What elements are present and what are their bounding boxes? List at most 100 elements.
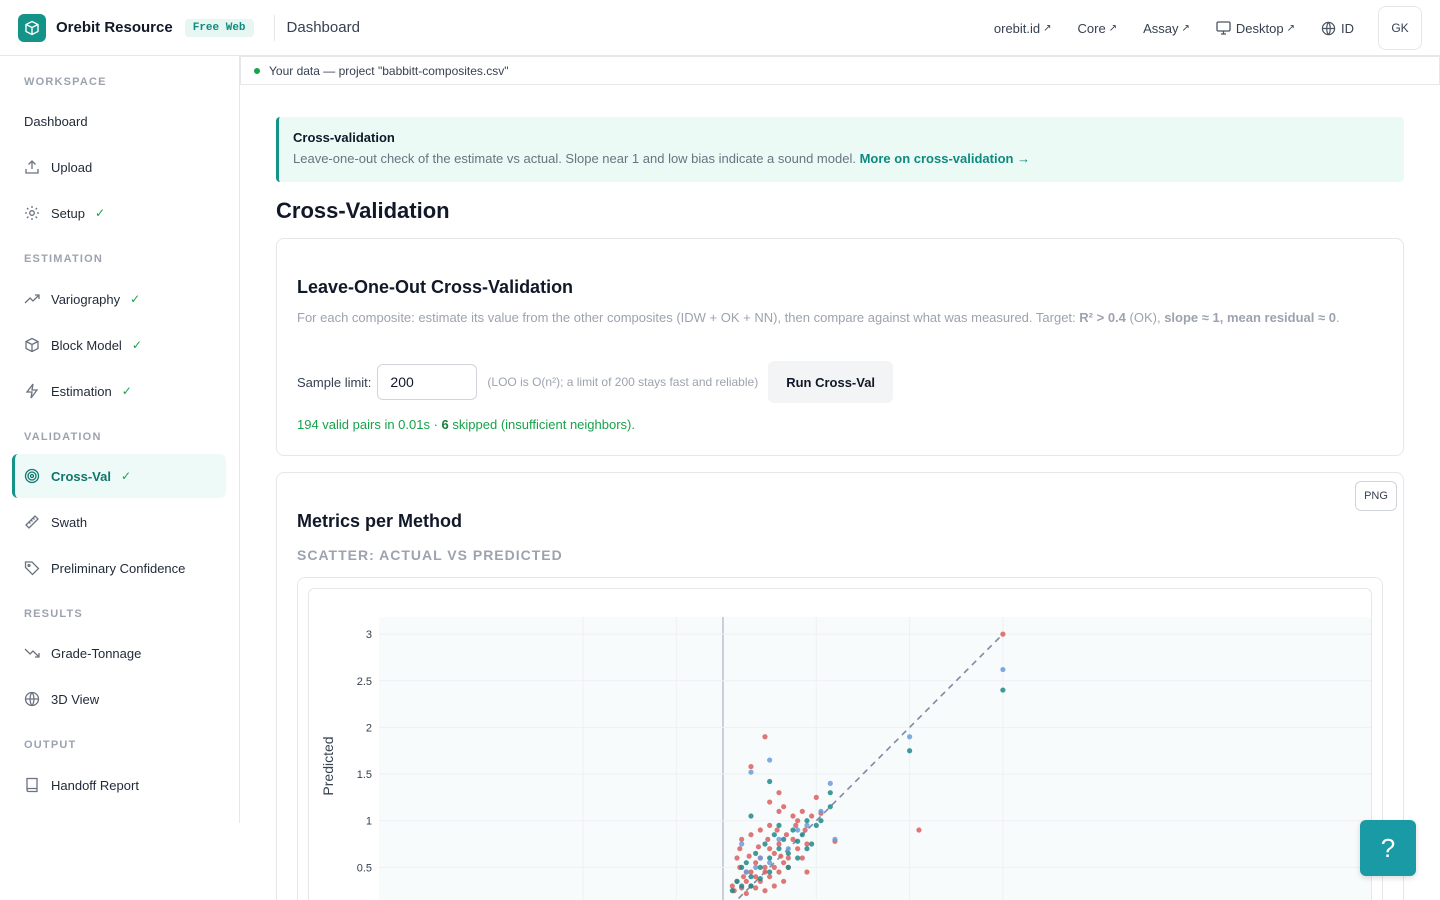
scatter-point: [785, 864, 791, 870]
link-orebit[interactable]: orebit.id ↗: [994, 21, 1052, 36]
scatter-point: [737, 846, 743, 852]
scatter-point: [748, 832, 754, 838]
scatter-point: [813, 822, 819, 828]
scatter-point: [1000, 631, 1006, 637]
scatter-point: [767, 799, 773, 805]
link-label: Core: [1077, 20, 1106, 36]
sample-limit-row: Sample limit: (LOO is O(n²); a limit of …: [297, 361, 894, 403]
scatter-point: [762, 888, 768, 894]
more-info-link[interactable]: More on cross-validation →: [860, 151, 1030, 166]
scatter-point: [767, 757, 773, 763]
target-ok: (OK),: [1129, 310, 1161, 325]
done-check-icon: ✓: [130, 292, 141, 306]
info-title: Cross-validation: [293, 130, 395, 145]
brand[interactable]: Orebit Resource Free Web: [18, 13, 254, 42]
y-ticks: 0.5 1 1.5 2 2.5 3: [357, 629, 372, 874]
scatter-point: [748, 874, 754, 880]
sidebar-item-label: Variography: [51, 291, 121, 307]
sidebar-item-3d-view[interactable]: 3D View: [12, 677, 226, 721]
language-switch[interactable]: ID: [1321, 21, 1354, 36]
result-status: 194 valid pairs in 0.01s · 6 skipped (in…: [297, 417, 635, 432]
scatter-point: [795, 846, 801, 852]
sidebar-item-setup[interactable]: Setup ✓: [12, 191, 226, 235]
scatter-point: [765, 836, 771, 842]
export-png-button[interactable]: PNG: [1355, 481, 1397, 511]
scatter-point: [1000, 666, 1006, 673]
scatter-point: [776, 846, 782, 852]
top-bar: Orebit Resource Free Web Dashboard orebi…: [0, 0, 1440, 56]
link-desktop[interactable]: Desktop ↗: [1216, 21, 1295, 36]
scatter-point: [753, 850, 759, 856]
data-source-label: Your data — project "babbitt-composites.…: [269, 63, 509, 78]
section-results: RESULTS: [24, 608, 83, 620]
scatter-point: [799, 855, 805, 861]
scatter-point: [781, 878, 787, 884]
user-avatar-button[interactable]: GK: [1378, 6, 1422, 50]
scatter-point: [804, 822, 810, 828]
globe-icon: [1321, 21, 1336, 35]
scatter-point: [748, 883, 754, 889]
sidebar-item-label: Upload: [51, 159, 93, 175]
scatter-point: [785, 846, 791, 852]
loo-card: Leave-One-Out Cross-Validation For each …: [276, 238, 1404, 456]
link-label: orebit.id: [993, 20, 1041, 36]
run-cross-val-button[interactable]: Run Cross-Val: [768, 361, 894, 403]
scatter-point: [776, 808, 782, 814]
sidebar-item-variography[interactable]: Variography ✓: [12, 277, 226, 321]
done-check-icon: ✓: [131, 338, 142, 352]
scatter-point: [755, 844, 762, 850]
done-check-icon: ✓: [94, 206, 106, 220]
scatter-point: [776, 822, 782, 828]
sidebar-item-cross-val[interactable]: Cross-Val ✓: [12, 454, 226, 498]
section-workspace: WORKSPACE: [24, 76, 107, 88]
link-core[interactable]: Core ↗: [1078, 21, 1118, 36]
scatter-point: [795, 827, 801, 833]
scatter-point: [907, 734, 913, 740]
section-estimation: ESTIMATION: [24, 253, 104, 265]
scatter-point: [827, 804, 833, 810]
info-text: Leave-one-out check of the estimate vs a…: [293, 151, 1390, 166]
scatter-point: [771, 883, 777, 889]
sidebar-item-label: Cross-Val: [51, 468, 111, 484]
sidebar-item-upload[interactable]: Upload: [12, 145, 226, 189]
scatter-point: [804, 869, 810, 875]
scatter-point: [762, 864, 768, 870]
sample-limit-input[interactable]: [377, 364, 478, 400]
sidebar-item-handoff-report[interactable]: Handoff Report: [12, 763, 226, 807]
scatter-point: [753, 860, 759, 866]
scatter-point: [753, 864, 759, 870]
scatter-svg[interactable]: 0.5 1 1.5 2 2.5 3 Predicted: [309, 589, 1372, 900]
sidebar-item-swath[interactable]: Swath: [12, 500, 226, 544]
lightning-icon: [25, 383, 39, 399]
scatter-point: [739, 836, 745, 842]
scatter-point: [743, 869, 749, 875]
scatter-point: [739, 883, 745, 889]
target-r2: R² > 0.4: [1079, 310, 1126, 325]
divider: [273, 14, 275, 41]
result-pairs: 194 valid pairs in 0.01s ·: [297, 417, 438, 432]
scatter-point: [743, 890, 749, 897]
scatter-point: [795, 838, 801, 844]
sidebar-item-block-model[interactable]: Block Model ✓: [12, 323, 226, 367]
scatter-point: [729, 888, 735, 894]
scatter-point: [776, 869, 782, 875]
scatter-point: [757, 864, 763, 870]
scatter-plot[interactable]: 0.5 1 1.5 2 2.5 3 Predicted: [308, 588, 1372, 900]
scatter-point: [771, 850, 777, 856]
help-button[interactable]: ?: [1360, 820, 1416, 876]
scatter-point: [916, 827, 922, 833]
sidebar-item-grade-tonnage[interactable]: Grade-Tonnage: [12, 631, 226, 675]
scatter-point: [734, 878, 740, 884]
y-tick-label: 1.5: [357, 769, 372, 781]
sidebar-item-dashboard[interactable]: Dashboard: [12, 99, 226, 143]
scatter-point: [767, 860, 773, 866]
page-title: Cross-Validation: [276, 198, 450, 223]
scatter-point: [802, 827, 808, 833]
y-tick-label: 0.5: [357, 862, 372, 874]
link-assay[interactable]: Assay ↗: [1143, 21, 1190, 36]
scatter-point: [804, 818, 810, 824]
scatter-point: [762, 869, 768, 875]
scatter-point: [804, 846, 810, 852]
sidebar-item-estimation[interactable]: Estimation ✓: [12, 369, 226, 413]
sidebar-item-preliminary-confidence[interactable]: Preliminary Confidence: [12, 546, 226, 590]
